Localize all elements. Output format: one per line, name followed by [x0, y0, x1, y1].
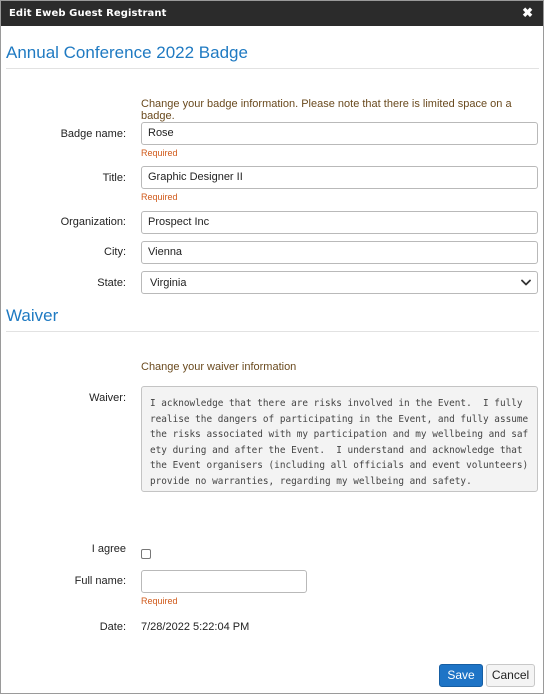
- badge-name-label: Badge name:: [60, 128, 126, 140]
- full-name-input[interactable]: [141, 570, 307, 593]
- save-button[interactable]: Save: [439, 664, 483, 687]
- waiver-textarea[interactable]: I acknowledge that there are risks invol…: [141, 386, 538, 492]
- agree-label: I agree: [91, 543, 126, 555]
- full-name-required: Required: [141, 596, 178, 606]
- organization-label: Organization:: [60, 216, 126, 228]
- badge-hint: Change your badge information. Please no…: [141, 98, 512, 122]
- waiver-section-divider: [6, 331, 539, 332]
- waiver-label: Waiver:: [89, 392, 126, 404]
- badge-name-required: Required: [141, 148, 178, 158]
- cancel-button[interactable]: Cancel: [486, 664, 535, 687]
- title-input[interactable]: Graphic Designer II: [141, 166, 538, 189]
- city-input[interactable]: Vienna: [141, 241, 538, 264]
- badge-section-divider: [6, 68, 539, 69]
- agree-checkbox[interactable]: [141, 549, 151, 559]
- state-label: State:: [97, 277, 126, 289]
- dialog-titlebar: Edit Eweb Guest Registrant ✖: [1, 1, 543, 26]
- edit-registrant-dialog: Edit Eweb Guest Registrant ✖ Annual Conf…: [0, 0, 544, 694]
- organization-input[interactable]: Prospect Inc: [141, 211, 538, 234]
- close-icon[interactable]: ✖: [522, 6, 533, 20]
- chevron-down-icon: [521, 279, 531, 286]
- badge-name-input[interactable]: Rose: [141, 122, 538, 145]
- waiver-section-title: Waiver: [6, 306, 59, 325]
- title-required: Required: [141, 192, 178, 202]
- full-name-label: Full name:: [74, 575, 126, 587]
- city-label: City:: [104, 246, 126, 258]
- state-select-value: Virginia: [150, 277, 187, 289]
- badge-section-title: Annual Conference 2022 Badge: [6, 43, 248, 62]
- dialog-title: Edit Eweb Guest Registrant: [9, 8, 167, 19]
- title-label: Title:: [102, 172, 126, 184]
- waiver-hint: Change your waiver information: [141, 361, 297, 373]
- date-value: 7/28/2022 5:22:04 PM: [141, 621, 250, 633]
- state-select[interactable]: Virginia: [141, 271, 538, 294]
- date-label: Date:: [99, 621, 126, 633]
